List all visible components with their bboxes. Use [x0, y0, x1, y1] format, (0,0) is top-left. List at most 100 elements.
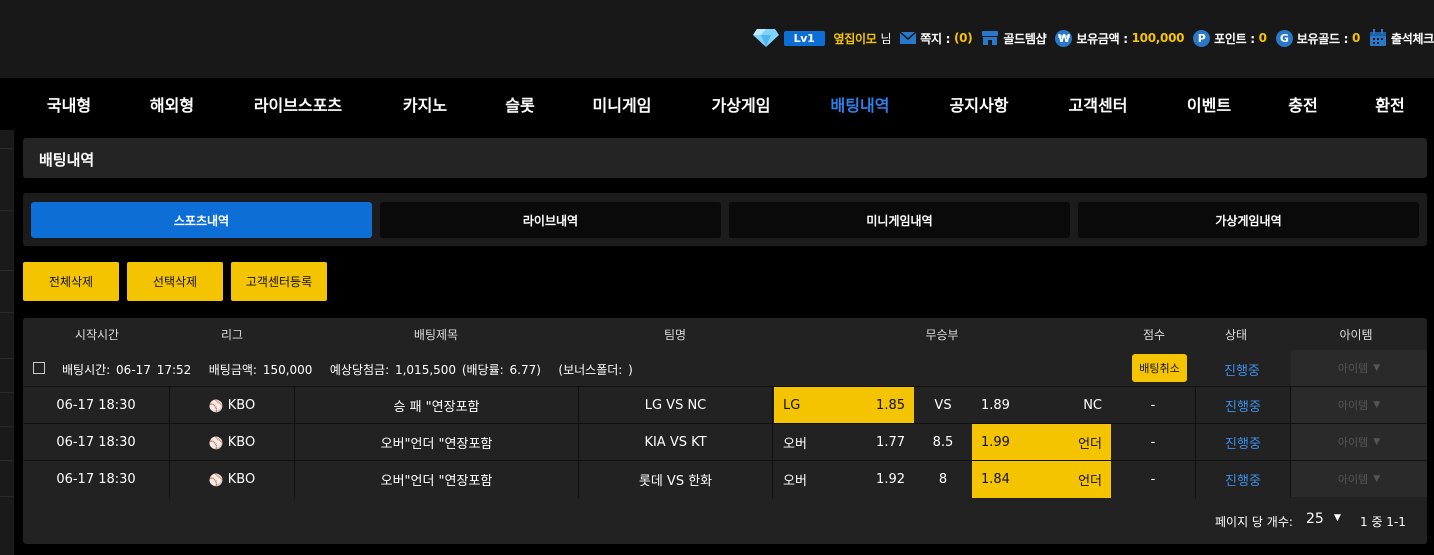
header-team: 팀명	[663, 328, 687, 342]
chevron-down-icon: ▼	[1373, 437, 1381, 447]
pagination: 페이지 당 개수: 25 ▼ 1 중 1-1	[23, 496, 1427, 544]
nickname[interactable]: 옆집이모	[834, 30, 877, 47]
away-odds-cell[interactable]: 1.99 언더	[972, 424, 1111, 461]
nav-customer-center[interactable]: 고객센터	[1069, 92, 1128, 116]
home-odds-cell[interactable]: LG 1.85	[774, 387, 914, 424]
message-link[interactable]: 쪽지 : (0)	[900, 30, 973, 47]
nav-bet-history[interactable]: 배팅내역	[831, 92, 890, 116]
total-odds: (배당률: 6.77)	[461, 363, 541, 377]
cancel-bet-button[interactable]: 배팅취소	[1132, 354, 1187, 382]
league-name: KBO	[227, 435, 256, 450]
home-label: 오버	[783, 474, 807, 489]
start-time: 06-17 18:30	[23, 461, 170, 498]
top-bar: Lv1 옆집이모 님 쪽지 : (0) 골드템샵 ₩ 보유금액 : 100,00…	[0, 0, 1434, 78]
balance-label: 보유금액 :	[1076, 31, 1128, 46]
home-label: 오버	[783, 437, 807, 452]
away-odds-cell[interactable]: 1.84 언더	[972, 461, 1111, 498]
status: 진행중	[1196, 387, 1291, 424]
score: -	[1111, 461, 1196, 498]
header-draw: 무승부	[925, 328, 959, 342]
status: 진행중	[1196, 424, 1291, 461]
nav-virtual-game[interactable]: 가상게임	[712, 92, 771, 116]
nav-mini-game[interactable]: 미니게임	[593, 92, 652, 116]
baseball-icon: ⚾	[208, 435, 224, 450]
gold-icon: G	[1275, 29, 1293, 47]
balance-value: 100,000	[1131, 31, 1185, 45]
home-odds: 1.85	[876, 398, 905, 413]
away-odds-cell[interactable]: 1.89 NC	[972, 387, 1111, 424]
nav-slot[interactable]: 슬롯	[505, 92, 534, 116]
user-info: Lv1 옆집이모 님 쪽지 : (0) 골드템샵 ₩ 보유금액 : 100,00…	[752, 27, 1434, 49]
item-dropdown[interactable]: 아이템 ▼	[1291, 461, 1427, 497]
honorific: 님	[880, 31, 892, 46]
balance: ₩ 보유금액 : 100,000	[1055, 29, 1185, 47]
attendance-label: 출석체크	[1391, 31, 1434, 46]
away-odds: 1.84	[981, 472, 1010, 487]
register-customer-center-button[interactable]: 고객센터등록	[231, 262, 327, 301]
bet-history-table: 시작시간 리그 배팅제목 팀명 무승부 점수 상태 아이템 배팅시간: 06-1…	[23, 318, 1427, 544]
draw-value: VS	[934, 398, 952, 413]
baseball-icon: ⚾	[208, 398, 224, 413]
nav-live-sports[interactable]: 라이브스포츠	[254, 92, 342, 116]
attendance-link[interactable]: 출석체크	[1369, 29, 1434, 47]
item-dropdown[interactable]: 아이템 ▼	[1291, 387, 1427, 423]
bet-amount: 150,000	[262, 363, 313, 377]
per-page-select[interactable]: 25	[1306, 511, 1324, 527]
level-badge: Lv1	[783, 30, 825, 46]
chevron-down-icon[interactable]: ▼	[1334, 513, 1341, 523]
point-icon: P	[1193, 29, 1211, 47]
bet-summary: 배팅시간: 06-17 17:52 배팅금액: 150,000 예상당첨금: 1…	[62, 361, 633, 378]
baseball-icon: ⚾	[208, 472, 224, 487]
away-label: 언더	[1078, 437, 1102, 452]
away-odds: 1.89	[981, 398, 1010, 413]
left-sidebar-edge	[0, 130, 14, 555]
team-names: 롯데 VS 한화	[579, 461, 773, 498]
envelope-icon	[900, 32, 917, 44]
delete-selected-button[interactable]: 선택삭제	[127, 262, 223, 301]
bet-time-label: 배팅시간:	[62, 363, 111, 377]
header-score: 점수	[1142, 328, 1166, 342]
bet-title: 오버"언더 "연장포함	[295, 424, 579, 461]
tab-sports-history[interactable]: 스포츠내역	[31, 202, 372, 238]
table-row: 06-17 18:30 ⚾ KBO 오버"언더 "연장포함 KIA VS KT 오버 1.7…	[23, 423, 1427, 461]
select-checkbox[interactable]	[33, 362, 45, 374]
message-label: 쪽지 :	[920, 31, 951, 46]
tab-virtual-game-history[interactable]: 가상게임내역	[1078, 202, 1419, 238]
home-odds-cell[interactable]: 오버 1.92	[774, 461, 914, 498]
nav-deposit[interactable]: 충전	[1288, 92, 1317, 116]
tab-live-history[interactable]: 라이브내역	[380, 202, 721, 238]
home-odds: 1.92	[876, 472, 905, 487]
nav-withdraw[interactable]: 환전	[1375, 92, 1404, 116]
bet-title: 승 패 "연장포함	[295, 387, 579, 424]
gold-shop-link[interactable]: 골드템샵	[981, 30, 1047, 47]
gold-shop-label: 골드템샵	[1003, 31, 1047, 46]
nav-notice[interactable]: 공지사항	[950, 92, 1009, 116]
nav-domestic[interactable]: 국내형	[47, 92, 91, 116]
group-status: 진행중	[1224, 364, 1260, 379]
nav-event[interactable]: 이벤트	[1187, 92, 1231, 116]
gold: G 보유골드 : 0	[1275, 29, 1360, 47]
expected-win: 1,015,500	[394, 363, 457, 377]
home-odds-cell[interactable]: 오버 1.77	[774, 424, 914, 461]
away-odds: 1.99	[981, 435, 1010, 450]
tab-mini-game-history[interactable]: 미니게임내역	[729, 202, 1070, 238]
points: P 포인트 : 0	[1193, 29, 1267, 47]
item-dropdown[interactable]: 아이템 ▼	[1291, 424, 1427, 460]
delete-all-button[interactable]: 전체삭제	[23, 262, 119, 301]
bonus-folder: (보너스폴더: )	[558, 363, 633, 377]
item-label: 아이템	[1337, 436, 1369, 449]
table-row: 06-17 18:30 ⚾ KBO 오버"언더 "연장포함 롯데 VS 한화 오버 1.92…	[23, 460, 1427, 498]
score: -	[1111, 424, 1196, 461]
chevron-down-icon: ▼	[1373, 474, 1381, 484]
item-label: 아이템	[1337, 362, 1369, 375]
header-league: 리그	[220, 328, 244, 342]
nav-casino[interactable]: 카지노	[403, 92, 447, 116]
point-value: 0	[1258, 31, 1267, 45]
nav-overseas[interactable]: 해외형	[150, 92, 194, 116]
group-item-dropdown[interactable]: 아이템 ▼	[1291, 350, 1427, 386]
league: ⚾ KBO	[170, 387, 295, 424]
item-label: 아이템	[1337, 473, 1369, 486]
away-label: 언더	[1078, 474, 1102, 489]
bet-title: 오버"언더 "연장포함	[295, 461, 579, 498]
message-count: (0)	[953, 31, 973, 45]
